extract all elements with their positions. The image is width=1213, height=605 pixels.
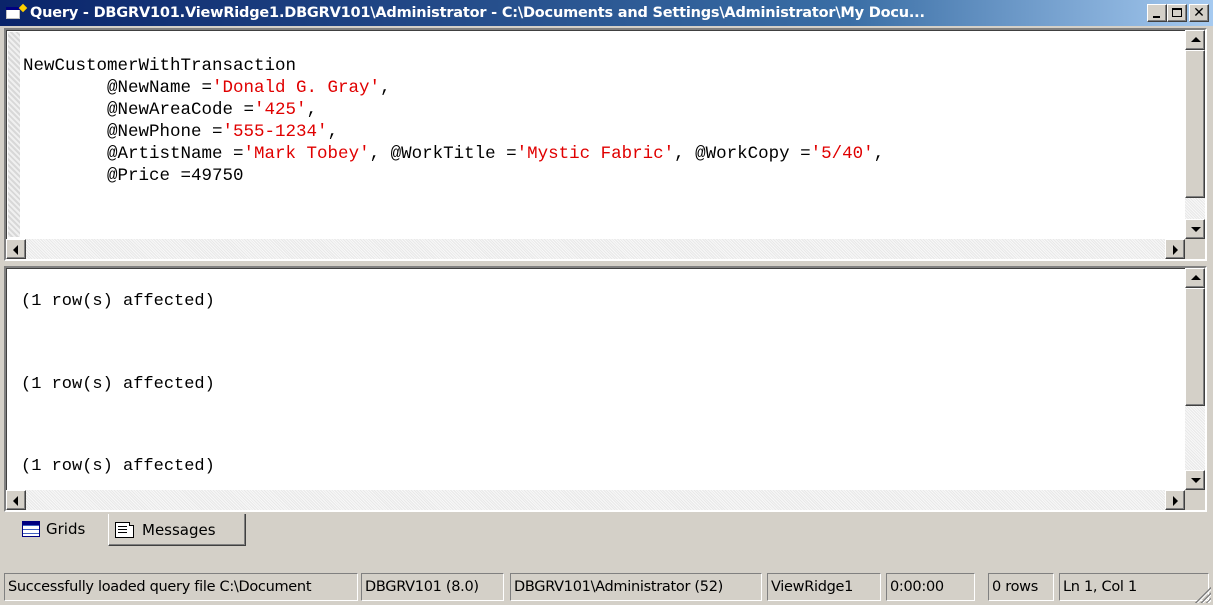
code-line: NewCustomerWithTransaction [23, 55, 1175, 77]
close-button[interactable]: ✕ [1189, 4, 1209, 22]
code-line: @NewPhone ='555-1234', [23, 121, 1175, 143]
scroll-up-button[interactable] [1185, 30, 1205, 50]
editor-gutter [8, 32, 20, 237]
arrow-down-icon [1191, 227, 1201, 232]
scroll-thumb[interactable] [1185, 50, 1205, 198]
status-position: Ln 1, Col 1 [1059, 573, 1209, 601]
close-icon: ✕ [1193, 5, 1205, 21]
minimize-button[interactable] [1147, 4, 1167, 22]
arrow-left-icon [13, 245, 18, 255]
query-window: Query - DBGRV101.ViewRidge1.DBGRV101\Adm… [0, 0, 1213, 605]
code-token: @ArtistName = [23, 144, 244, 164]
tab-messages-label: Messages [142, 520, 216, 539]
code-token: , [306, 100, 318, 120]
title-bar[interactable]: Query - DBGRV101.ViewRidge1.DBGRV101\Adm… [0, 0, 1213, 26]
message-line: (1 row(s) affected) [21, 292, 215, 311]
status-server: DBGRV101 (8.0) [361, 573, 504, 601]
code-line: @ArtistName ='Mark Tobey', @WorkTitle ='… [23, 143, 1175, 165]
code-token: , [873, 144, 885, 164]
scroll-right-button[interactable] [1165, 239, 1185, 259]
code-token: , [380, 78, 391, 98]
resize-grip-icon[interactable] [1193, 585, 1211, 603]
code-token: @Price =49750 [23, 166, 244, 186]
scroll-left-button[interactable] [6, 239, 26, 259]
results-horizontal-scrollbar[interactable] [6, 490, 1185, 510]
grid-icon [22, 521, 40, 537]
string-literal: '425' [254, 100, 307, 120]
messages-icon [115, 521, 134, 538]
arrow-up-icon [1191, 37, 1201, 42]
code-token: NewCustomerWithTransaction [23, 56, 297, 76]
tab-grids[interactable]: Grids [14, 514, 108, 544]
code-token: , @WorkTitle = [369, 144, 517, 164]
scroll-left-button[interactable] [6, 490, 26, 510]
message-line: (1 row(s) affected) [21, 375, 215, 394]
scroll-down-button[interactable] [1185, 219, 1205, 239]
status-rows: 0 rows [988, 573, 1054, 601]
tab-messages[interactable]: Messages [108, 514, 246, 546]
code-line: @Price =49750 [23, 165, 1175, 187]
arrow-up-icon [1191, 275, 1201, 280]
query-text[interactable]: NewCustomerWithTransaction @NewName ='Do… [23, 55, 1175, 187]
string-literal: 'Mark Tobey' [243, 144, 370, 164]
scroll-corner [1185, 239, 1205, 259]
string-literal: 'Mystic Fabric' [516, 144, 675, 164]
status-bar: Successfully loaded query file C:\Docume… [0, 570, 1213, 605]
maximize-icon [1172, 8, 1182, 17]
scroll-up-button[interactable] [1185, 268, 1205, 288]
status-time: 0:00:00 [886, 573, 975, 601]
scroll-right-button[interactable] [1165, 490, 1185, 510]
code-token: , @WorkCopy = [674, 144, 811, 164]
messages-output: (1 row(s) affected) (1 row(s) affected) … [21, 268, 1175, 476]
query-window-icon[interactable] [6, 3, 28, 21]
code-token: , [327, 122, 339, 142]
status-database: ViewRidge1 [767, 573, 881, 601]
code-token: @NewPhone = [23, 122, 223, 142]
status-user: DBGRV101\Administrator (52) [510, 573, 762, 601]
code-line: @NewName ='Donald G. Gray', [23, 77, 1175, 99]
scroll-down-button[interactable] [1185, 470, 1205, 490]
code-token: @NewName = [23, 78, 213, 98]
status-message: Successfully loaded query file C:\Docume… [4, 573, 358, 601]
message-line: (1 row(s) affected) [21, 457, 215, 476]
query-editor[interactable]: NewCustomerWithTransaction @NewName ='Do… [4, 28, 1207, 261]
results-vertical-scrollbar[interactable] [1185, 268, 1205, 490]
tab-grids-label: Grids [46, 520, 86, 538]
editor-vertical-scrollbar[interactable] [1185, 30, 1205, 239]
arrow-down-icon [1191, 478, 1201, 483]
code-line: @NewAreaCode ='425', [23, 99, 1175, 121]
string-literal: 'Donald G. Gray' [212, 78, 381, 98]
minimize-icon [1153, 16, 1160, 18]
arrow-left-icon [13, 496, 18, 506]
results-tabs: Grids Messages [4, 514, 1209, 564]
string-literal: '555-1234' [222, 122, 328, 142]
scroll-corner [1185, 490, 1205, 510]
arrow-right-icon [1173, 496, 1178, 506]
string-literal: '5/40' [810, 144, 874, 164]
results-pane[interactable]: (1 row(s) affected) (1 row(s) affected) … [4, 266, 1207, 512]
window-title: Query - DBGRV101.ViewRidge1.DBGRV101\Adm… [30, 5, 925, 21]
arrow-right-icon [1173, 245, 1178, 255]
scroll-thumb[interactable] [1185, 288, 1205, 406]
code-token: @NewAreaCode = [23, 100, 255, 120]
maximize-button[interactable] [1167, 4, 1187, 22]
editor-horizontal-scrollbar[interactable] [6, 239, 1185, 259]
